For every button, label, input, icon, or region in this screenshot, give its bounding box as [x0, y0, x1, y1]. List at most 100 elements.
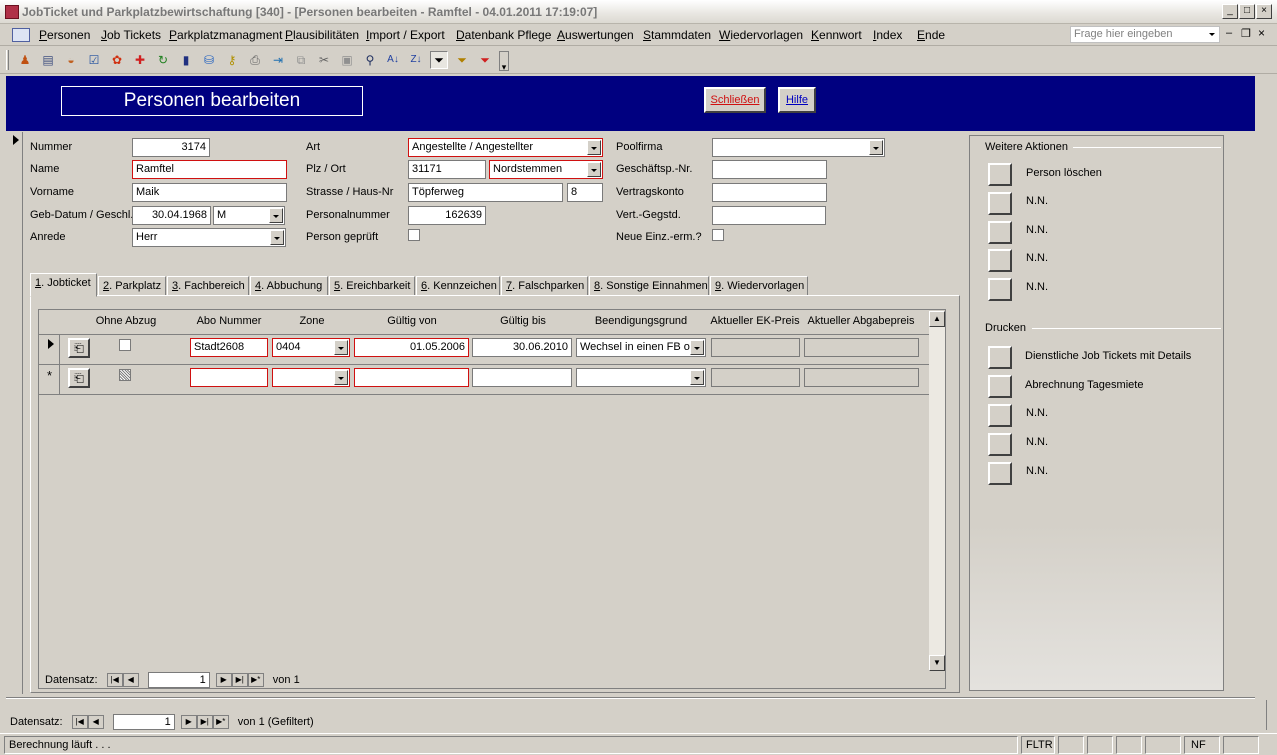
print-job-tickets-button[interactable]: [988, 346, 1012, 369]
chevron-down-icon[interactable]: [587, 140, 601, 155]
print-icon[interactable]: ⎙: [246, 51, 264, 69]
last-record-icon[interactable]: ▶|: [231, 673, 248, 687]
chevron-down-icon[interactable]: [869, 140, 883, 155]
tab-parkplatz[interactable]: 2. Parkplatz: [98, 276, 166, 296]
database-icon[interactable]: ⛁: [200, 51, 218, 69]
maximize-button[interactable]: □: [1239, 4, 1255, 19]
person-icon[interactable]: ♟: [16, 51, 34, 69]
print-tagesmiete-button[interactable]: [988, 375, 1012, 398]
tab-fachbereich[interactable]: 3. Fachbereich: [167, 276, 249, 296]
gueltig-bis-field[interactable]: 30.06.2010: [472, 338, 572, 357]
car-icon[interactable]: ◒: [62, 51, 80, 69]
medical-icon[interactable]: ✚: [131, 51, 149, 69]
tab-jobticket[interactable]: 1. Jobticket: [30, 273, 97, 297]
anrede-select[interactable]: Herr: [132, 228, 286, 247]
main-record-number[interactable]: 1: [112, 714, 175, 730]
filter-icon[interactable]: ⏷: [430, 51, 448, 69]
zone-select[interactable]: 0404: [272, 338, 350, 357]
chevron-down-icon[interactable]: [334, 340, 348, 355]
vertragskonto-field[interactable]: [712, 183, 827, 202]
person-geprueft-checkbox[interactable]: [408, 229, 420, 241]
abo-nummer-field[interactable]: Stadt2608: [190, 338, 268, 357]
paste-icon[interactable]: ▣: [338, 51, 356, 69]
personalnummer-field[interactable]: 162639: [408, 206, 486, 225]
doc-restore-icon[interactable]: ❐: [1241, 27, 1251, 40]
vorname-field[interactable]: Maik: [132, 183, 287, 202]
tab-falschparken[interactable]: 7. Falschparken: [501, 276, 588, 296]
menu-wiedervorlagen[interactable]: Wiedervorlagen: [719, 28, 803, 42]
action-nn-4-button[interactable]: [988, 278, 1012, 301]
doc-close-icon[interactable]: ×: [1258, 26, 1265, 40]
menu-plausibilitaeten[interactable]: Plausibilitäten: [285, 28, 359, 42]
ohne-abzug-checkbox-new[interactable]: [119, 369, 131, 381]
filter-by-form-icon[interactable]: ⏷: [453, 51, 471, 69]
name-field[interactable]: Ramftel: [132, 160, 287, 179]
chevron-down-icon[interactable]: [690, 340, 704, 355]
lifebuoy-icon[interactable]: ✿: [108, 51, 126, 69]
menu-job-tickets[interactable]: Job Tickets: [101, 28, 161, 42]
menu-datenbank-pflege[interactable]: Datenbank Pflege: [456, 28, 551, 42]
chevron-down-icon[interactable]: [270, 230, 284, 245]
next-record-icon[interactable]: ▶: [180, 715, 197, 729]
gueltig-bis-field-new[interactable]: [472, 368, 572, 387]
nummer-field[interactable]: 3174: [132, 138, 210, 157]
ask-question-field[interactable]: Frage hier eingeben: [1070, 26, 1220, 43]
first-record-icon[interactable]: |◀: [106, 673, 123, 687]
tab-abbuchung[interactable]: 4. Abbuchung: [250, 276, 328, 296]
sort-descending-icon[interactable]: Z↓: [407, 51, 425, 69]
gueltig-von-field[interactable]: 01.05.2006: [354, 338, 469, 357]
export-icon[interactable]: ⇥: [269, 51, 287, 69]
menu-parkplatzmanagment[interactable]: Parkplatzmanagment: [169, 28, 282, 42]
menu-stammdaten[interactable]: Stammdaten: [643, 28, 711, 42]
poolfirma-select[interactable]: [712, 138, 885, 157]
menu-import-export[interactable]: Import / Export: [366, 28, 445, 42]
menu-personen[interactable]: Personen: [39, 28, 90, 42]
scroll-down-icon[interactable]: ▼: [929, 655, 945, 671]
form-menu-icon[interactable]: [12, 28, 30, 42]
menu-kennwort[interactable]: Kennwort: [811, 28, 862, 42]
vertical-scrollbar[interactable]: ▲ ▼: [929, 311, 945, 671]
cut-icon[interactable]: ✂: [315, 51, 333, 69]
beendigungsgrund-select[interactable]: Wechsel in einen FB oh: [576, 338, 706, 357]
tab-ereichbarkeit[interactable]: 5. Ereichbarkeit: [329, 276, 415, 296]
print-nn-2-button[interactable]: [988, 433, 1012, 456]
tab-wiedervorlagen[interactable]: 9. Wiedervorlagen: [710, 276, 808, 296]
menu-index[interactable]: Index: [873, 28, 902, 42]
copy-icon[interactable]: ⧉: [292, 51, 310, 69]
next-record-icon[interactable]: ▶: [215, 673, 232, 687]
new-record-icon[interactable]: ▶*: [212, 715, 229, 729]
person-loeschen-button[interactable]: [988, 163, 1012, 186]
sort-ascending-icon[interactable]: A↓: [384, 51, 402, 69]
find-icon[interactable]: ⚲: [361, 51, 379, 69]
subform-record-number[interactable]: 1: [147, 672, 210, 688]
tab-kennzeichen[interactable]: 6. Kennzeichen: [416, 276, 500, 296]
new-record-icon[interactable]: ▶*: [247, 673, 264, 687]
open-ticket-icon[interactable]: ⎗: [68, 368, 90, 388]
hausnr-field[interactable]: 8: [567, 183, 603, 202]
geschlecht-select[interactable]: M: [213, 206, 285, 225]
ohne-abzug-checkbox[interactable]: [119, 339, 131, 351]
action-nn-1-button[interactable]: [988, 192, 1012, 215]
doc-minimize-icon[interactable]: –: [1226, 27, 1232, 39]
gueltig-von-field-new[interactable]: [354, 368, 469, 387]
ort-select[interactable]: Nordstemmen: [489, 160, 603, 179]
previous-record-icon[interactable]: ◀: [87, 715, 104, 729]
tab-sonstige-einnahmen[interactable]: 8. Sonstige Einnahmen: [589, 276, 709, 296]
action-nn-3-button[interactable]: [988, 249, 1012, 272]
action-nn-2-button[interactable]: [988, 221, 1012, 244]
key-icon[interactable]: ⚷: [223, 51, 241, 69]
geburtsdatum-field[interactable]: 30.04.1968: [132, 206, 211, 225]
plz-field[interactable]: 31171: [408, 160, 486, 179]
print-nn-3-button[interactable]: [988, 462, 1012, 485]
close-window-button[interactable]: ×: [1256, 4, 1272, 19]
document-icon[interactable]: ▤: [39, 51, 57, 69]
chevron-down-icon[interactable]: [334, 370, 348, 385]
chevron-down-icon[interactable]: [690, 370, 704, 385]
checklist-icon[interactable]: ☑: [85, 51, 103, 69]
print-nn-1-button[interactable]: [988, 404, 1012, 427]
open-ticket-icon[interactable]: ⎗: [68, 338, 90, 358]
minimize-button[interactable]: _: [1222, 4, 1238, 19]
menu-auswertungen[interactable]: Auswertungen: [557, 28, 634, 42]
book-icon[interactable]: ▮: [177, 51, 195, 69]
record-selector[interactable]: [6, 132, 23, 694]
